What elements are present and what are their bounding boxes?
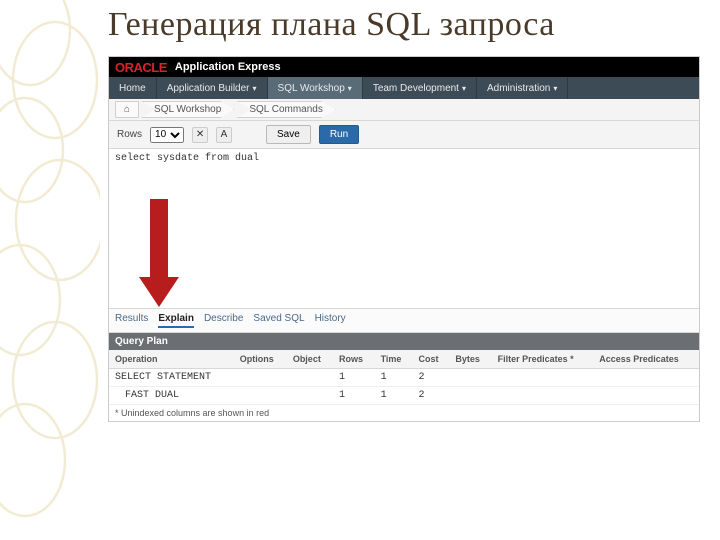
- col-bytes: Bytes: [449, 350, 491, 369]
- product-name: Application Express: [175, 61, 281, 73]
- tab-explain[interactable]: Explain: [158, 313, 194, 328]
- breadcrumb: ⌂ SQL Workshop SQL Commands: [109, 99, 699, 121]
- app-screenshot: ORACLE Application Express Home Applicat…: [108, 56, 700, 422]
- app-header: ORACLE Application Express: [109, 57, 699, 77]
- col-time: Time: [375, 350, 413, 369]
- query-plan-header: Query Plan: [109, 333, 699, 350]
- rows-select[interactable]: 10: [150, 127, 184, 143]
- tab-history[interactable]: History: [315, 313, 346, 328]
- plan-footnote: * Unindexed columns are shown in red: [109, 405, 699, 421]
- table-header-row: Operation Options Object Rows Time Cost …: [109, 350, 699, 369]
- chevron-down-icon: ▾: [462, 84, 466, 93]
- col-options: Options: [234, 350, 287, 369]
- main-nav: Home Application Builder▾ SQL Workshop▾ …: [109, 77, 699, 99]
- tab-results[interactable]: Results: [115, 313, 148, 328]
- tab-describe[interactable]: Describe: [204, 313, 243, 328]
- query-plan-table: Operation Options Object Rows Time Cost …: [109, 350, 699, 405]
- tab-saved-sql[interactable]: Saved SQL: [253, 313, 304, 328]
- nav-admin[interactable]: Administration▾: [477, 77, 568, 99]
- chevron-down-icon: ▾: [253, 84, 257, 93]
- result-tabs: Results Explain Describe Saved SQL Histo…: [109, 309, 699, 333]
- slide-title: Генерация плана SQL запроса: [108, 6, 555, 44]
- crumb-sql-workshop[interactable]: SQL Workshop: [141, 101, 234, 118]
- col-operation: Operation: [109, 350, 234, 369]
- table-row: FAST DUAL 1 1 2: [109, 387, 699, 405]
- sql-toolbar: Rows 10 ✕ A Save Run: [109, 121, 699, 149]
- table-row: SELECT STATEMENT 1 1 2: [109, 369, 699, 387]
- save-button[interactable]: Save: [266, 125, 311, 144]
- run-button[interactable]: Run: [319, 125, 359, 144]
- sql-editor[interactable]: select sysdate from dual: [109, 149, 699, 309]
- nav-team-dev[interactable]: Team Development▾: [363, 77, 477, 99]
- oracle-logo: ORACLE: [115, 60, 167, 75]
- crumb-sql-commands[interactable]: SQL Commands: [236, 101, 336, 118]
- home-icon[interactable]: ⌂: [115, 101, 139, 118]
- sql-text: select sysdate from dual: [115, 153, 259, 164]
- nav-home[interactable]: Home: [109, 77, 157, 99]
- find-icon[interactable]: A: [216, 127, 232, 143]
- nav-app-builder[interactable]: Application Builder▾: [157, 77, 268, 99]
- chevron-down-icon: ▾: [553, 84, 557, 93]
- col-cost: Cost: [412, 350, 449, 369]
- col-access: Access Predicates: [593, 350, 699, 369]
- slide-background-leaves: [0, 0, 100, 540]
- col-rows: Rows: [333, 350, 375, 369]
- rows-label: Rows: [117, 129, 142, 140]
- annotation-arrow-icon: [139, 199, 179, 309]
- col-object: Object: [287, 350, 333, 369]
- chevron-down-icon: ▾: [348, 84, 352, 93]
- col-filter: Filter Predicates *: [492, 350, 594, 369]
- clear-icon[interactable]: ✕: [192, 127, 208, 143]
- nav-sql-workshop[interactable]: SQL Workshop▾: [268, 77, 363, 99]
